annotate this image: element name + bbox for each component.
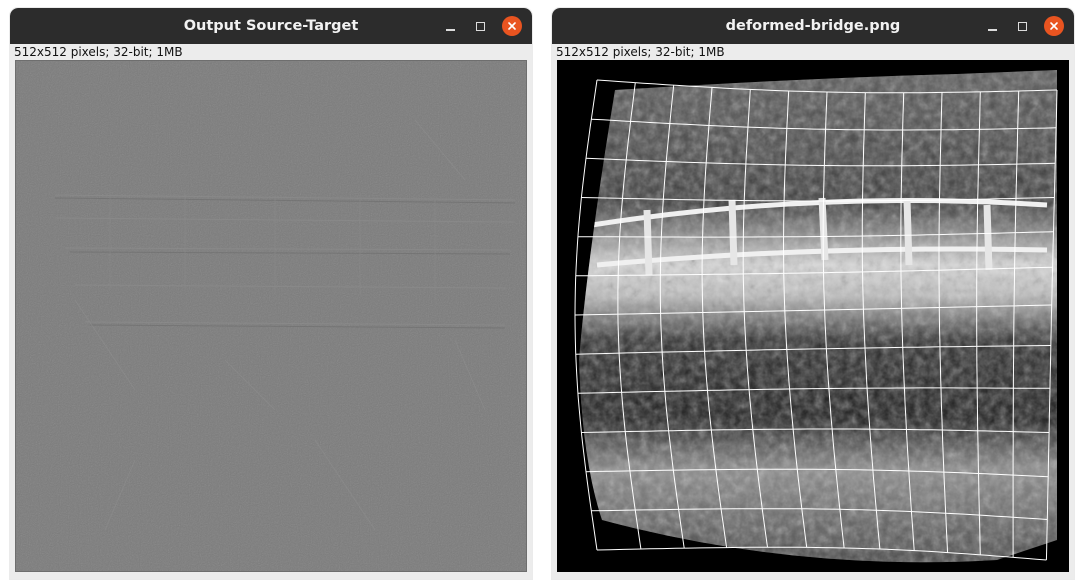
deformed-image-canvas[interactable] bbox=[557, 60, 1069, 572]
window-deformed-bridge[interactable]: deformed-bridge.png 512x512 pixels; 32-b… bbox=[552, 8, 1074, 579]
titlebar[interactable]: deformed-bridge.png bbox=[552, 8, 1074, 44]
close-icon bbox=[508, 22, 516, 30]
window-output-source-target[interactable]: Output Source-Target 512x512 pixels; 32-… bbox=[10, 8, 532, 579]
maximize-icon bbox=[1017, 21, 1027, 31]
minimize-icon bbox=[987, 28, 997, 31]
close-button[interactable] bbox=[502, 16, 522, 36]
image-info: 512x512 pixels; 32-bit; 1MB bbox=[10, 44, 532, 60]
deformed-image bbox=[574, 70, 1058, 563]
minimize-button[interactable] bbox=[982, 16, 1002, 36]
close-icon bbox=[1050, 22, 1058, 30]
maximize-button[interactable] bbox=[1012, 16, 1032, 36]
image-info: 512x512 pixels; 32-bit; 1MB bbox=[552, 44, 1074, 60]
difference-image bbox=[15, 60, 527, 572]
close-button[interactable] bbox=[1044, 16, 1064, 36]
maximize-button[interactable] bbox=[470, 16, 490, 36]
maximize-icon bbox=[475, 21, 485, 31]
difference-image-canvas[interactable] bbox=[15, 60, 527, 572]
titlebar[interactable]: Output Source-Target bbox=[10, 8, 532, 44]
minimize-icon bbox=[445, 28, 455, 31]
minimize-button[interactable] bbox=[440, 16, 460, 36]
